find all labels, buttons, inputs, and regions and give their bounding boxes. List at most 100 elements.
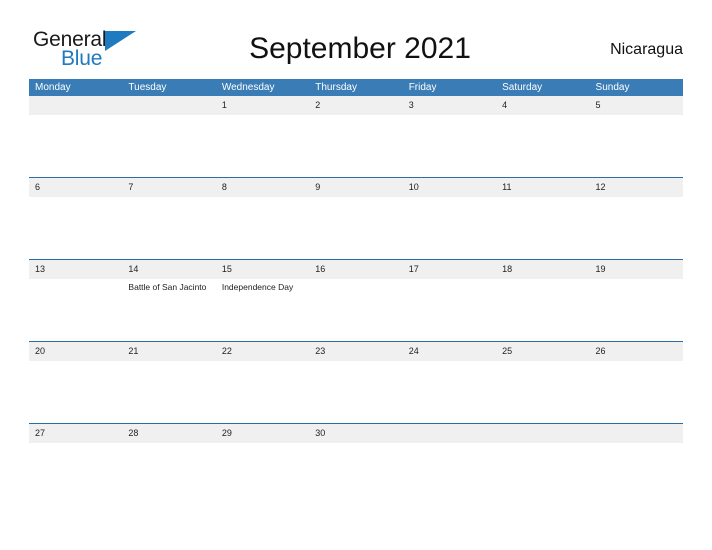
day-number: 28 xyxy=(122,424,216,443)
weekday-header-monday: Monday xyxy=(35,82,71,93)
day-number: 4 xyxy=(496,96,590,115)
calendar-day-cell-empty xyxy=(122,96,216,177)
day-number: 13 xyxy=(29,260,123,279)
calendar-day-cell[interactable]: 17 xyxy=(402,260,497,341)
day-number xyxy=(122,96,216,115)
calendar-weeks: 1 2 3 4 5 6 7 8 9 10 11 12 13 14 Battle of San Jacinto… xyxy=(29,96,683,462)
day-number: 29 xyxy=(215,424,310,443)
day-number: 16 xyxy=(309,260,403,279)
day-events: Battle of San Jacinto xyxy=(122,279,215,294)
day-number: 19 xyxy=(589,260,683,279)
holiday-event-label: Independence Day xyxy=(221,282,294,292)
calendar-week-cells: 20 21 22 23 24 25 26 xyxy=(29,342,683,423)
day-events: Independence Day xyxy=(216,279,309,294)
day-number: 18 xyxy=(496,260,590,279)
calendar-day-cell[interactable]: 12 xyxy=(589,178,683,259)
page-header: General Blue September 2021 Nicaragua xyxy=(0,0,712,79)
calendar-day-cell[interactable]: 29 xyxy=(215,424,310,462)
day-number: 11 xyxy=(496,178,590,197)
calendar-day-cell[interactable]: 7 xyxy=(122,178,216,259)
calendar-day-cell[interactable]: 13 xyxy=(29,260,123,341)
calendar-day-cell-empty xyxy=(402,424,497,462)
calendar-day-cell[interactable]: 3 xyxy=(402,96,497,177)
calendar-day-cell[interactable]: 24 xyxy=(402,342,497,423)
calendar-page: General Blue September 2021 Nicaragua Mo… xyxy=(0,0,712,550)
page-title: September 2021 xyxy=(249,32,471,65)
calendar-day-cell[interactable]: 28 xyxy=(122,424,216,462)
holiday-event-label: Battle of San Jacinto xyxy=(128,282,207,292)
weekday-header-friday: Friday xyxy=(408,82,437,93)
day-number: 5 xyxy=(589,96,683,115)
day-number: 27 xyxy=(29,424,123,443)
calendar-day-cell[interactable]: 23 xyxy=(309,342,403,423)
country-label: Nicaragua xyxy=(610,41,683,58)
weekday-header-tuesday: Tuesday xyxy=(128,82,167,93)
day-number: 7 xyxy=(122,178,216,197)
day-number: 12 xyxy=(589,178,683,197)
calendar-day-cell[interactable]: 22 xyxy=(215,342,310,423)
calendar-week-row: 6 7 8 9 10 11 12 xyxy=(29,177,683,259)
weekday-header-wednesday: Wednesday xyxy=(221,82,275,93)
calendar-day-cell[interactable]: 4 xyxy=(496,96,590,177)
calendar-day-cell[interactable]: 8 xyxy=(215,178,310,259)
calendar-week-cells: 12345 xyxy=(29,96,683,177)
calendar-day-cell[interactable]: 11 xyxy=(496,178,590,259)
calendar-day-cell[interactable]: 25 xyxy=(496,342,590,423)
calendar-day-cell[interactable]: 9 xyxy=(309,178,403,259)
day-number: 30 xyxy=(309,424,403,443)
calendar-week-row: 13 14 Battle of San Jacinto 15 Independence … xyxy=(29,259,683,341)
day-number: 25 xyxy=(496,342,590,361)
day-number: 26 xyxy=(589,342,683,361)
calendar-week-row: 12345 xyxy=(29,96,683,177)
logo-text-blue: Blue xyxy=(61,47,103,70)
calendar-day-cell[interactable]: 16 xyxy=(309,260,403,341)
calendar-day-cell[interactable]: 10 xyxy=(402,178,497,259)
day-number: 20 xyxy=(29,342,123,361)
day-number: 14 xyxy=(122,260,216,279)
day-number: 3 xyxy=(402,96,497,115)
calendar-day-cell-empty xyxy=(589,424,683,462)
day-number: 2 xyxy=(309,96,403,115)
calendar-day-cell[interactable]: 21 xyxy=(122,342,216,423)
day-number: 24 xyxy=(402,342,497,361)
weekday-header-saturday: Saturday xyxy=(502,82,543,93)
day-number: 8 xyxy=(215,178,310,197)
weekday-header-row: Monday Tuesday Wednesday Thursday Friday… xyxy=(29,79,683,96)
day-number: 6 xyxy=(29,178,123,197)
calendar-day-cell[interactable]: 27 xyxy=(29,424,123,462)
day-number xyxy=(402,424,497,443)
calendar-week-cells: 13 14 Battle of San Jacinto 15 Independence … xyxy=(29,260,683,341)
day-number: 1 xyxy=(215,96,310,115)
calendar-day-cell[interactable]: 26 xyxy=(589,342,683,423)
calendar-grid: Monday Tuesday Wednesday Thursday Friday… xyxy=(29,79,683,462)
day-number: 22 xyxy=(215,342,310,361)
calendar-day-cell-empty xyxy=(496,424,590,462)
weekday-header-thursday: Thursday xyxy=(315,82,357,93)
calendar-day-cell[interactable]: 19 xyxy=(589,260,683,341)
day-number: 10 xyxy=(402,178,497,197)
day-number: 17 xyxy=(402,260,497,279)
calendar-week-row: 20 21 22 23 24 25 26 xyxy=(29,341,683,423)
calendar-week-cells: 27 28 29 30 xyxy=(29,424,683,462)
calendar-day-cell[interactable]: 15 Independence Day xyxy=(215,260,310,341)
calendar-day-cell[interactable]: 5 xyxy=(589,96,683,177)
day-number: 23 xyxy=(309,342,403,361)
calendar-day-cell-empty xyxy=(29,96,123,177)
calendar-day-cell[interactable]: 20 xyxy=(29,342,123,423)
calendar-day-cell[interactable]: 2 xyxy=(309,96,403,177)
day-number: 9 xyxy=(309,178,403,197)
day-number xyxy=(589,424,683,443)
calendar-day-cell[interactable]: 6 xyxy=(29,178,123,259)
weekday-header-sunday: Sunday xyxy=(595,82,630,93)
calendar-day-cell[interactable]: 14 Battle of San Jacinto xyxy=(122,260,216,341)
calendar-day-cell[interactable]: 1 xyxy=(215,96,310,177)
calendar-day-cell[interactable]: 30 xyxy=(309,424,403,462)
day-number xyxy=(496,424,590,443)
blue-triangle-flag-icon xyxy=(105,31,137,52)
calendar-week-cells: 6 7 8 9 10 11 12 xyxy=(29,178,683,259)
day-number: 15 xyxy=(215,260,310,279)
calendar-day-cell[interactable]: 18 xyxy=(496,260,590,341)
calendar-week-row: 27 28 29 30 xyxy=(29,423,683,462)
general-blue-logo[interactable]: General Blue xyxy=(33,28,163,72)
day-number xyxy=(29,96,123,115)
